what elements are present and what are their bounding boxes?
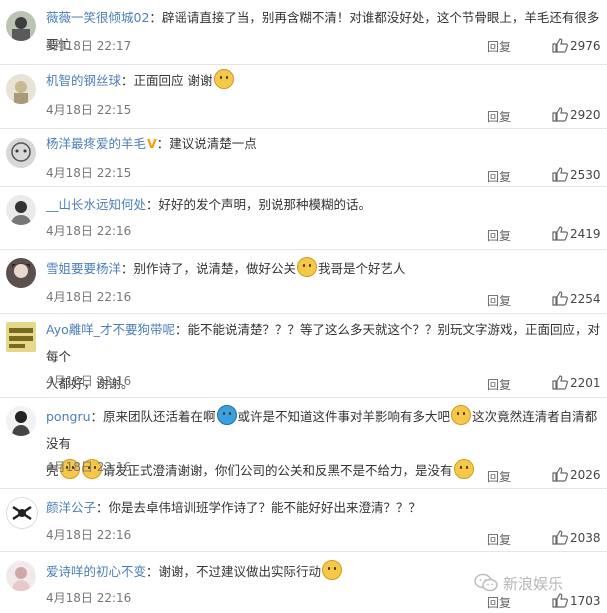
reply-button[interactable]: 回复 [487,168,511,185]
username-link[interactable]: 机智的钢丝球 [46,73,121,88]
like-button[interactable]: 2254 [552,291,601,306]
comment-time: 4月18日 22:16 [46,290,132,304]
username-link[interactable]: 雪姐要要杨洋 [46,261,121,276]
comment-text: 颜洋公子：你是去卓伟培训班学作诗了？能不能好好出来澄清？？？ [46,500,422,515]
wechat-icon [474,573,498,592]
reply-button[interactable]: 回复 [487,468,511,485]
username-link[interactable]: Ayo離咩_才不要狗带呢 [46,322,175,337]
thumbs-up-icon [552,530,568,545]
comment-time: 4月18日 22:16 [46,374,132,388]
comment-body: 我哥是个好艺人 [318,261,406,276]
comment-time: 4月18日 22:15 [46,166,132,180]
comment-body: 好好的发个声明，别说那种模糊的话。 [158,197,372,212]
like-count: 2038 [570,530,601,545]
comment-text: 机智的钢丝球：正面回应 谢谢 [46,67,602,94]
like-button[interactable]: 2976 [552,38,601,53]
divider [0,313,607,314]
reply-button[interactable]: 回复 [487,38,511,55]
thumbs-up-icon [552,375,568,390]
comment-body: 谢谢，不过建议做出实际行动 [158,564,322,579]
divider [0,551,607,552]
comment-body: 或许是不知道这件事对羊影响有多大吧 [237,409,451,424]
divider [0,64,607,65]
reply-button[interactable]: 回复 [487,531,511,548]
username-link[interactable]: 爱诗咩的初心不变 [46,564,146,579]
thumbs-up-icon [552,226,568,241]
like-button[interactable]: 2419 [552,226,601,241]
thumbs-up-icon [552,38,568,53]
avatar[interactable] [6,406,36,436]
surprised-emoji-icon [451,405,472,425]
reply-button[interactable]: 回复 [487,227,511,244]
reply-button[interactable]: 回复 [487,376,511,393]
watermark-text: 新浪娱乐 [503,574,564,593]
username-link[interactable]: __山长水远知何处 [46,197,146,212]
thumbs-up-icon [552,593,568,608]
divider [0,397,607,398]
like-count: 1703 [570,593,601,608]
avatar[interactable] [6,258,36,288]
comment-body: 请发正式澄清谢谢，你们公司的公关和反黑不是不给力，是没有 [102,463,453,478]
avatar[interactable] [6,74,36,104]
like-count: 2920 [570,107,601,122]
divider [0,249,607,250]
avatar[interactable] [6,138,36,168]
like-count: 2254 [570,291,601,306]
divider [0,186,607,187]
avatar[interactable] [6,322,36,352]
comment-text: __山长水远知何处：好好的发个声明，别说那种模糊的话。 [46,197,372,212]
comment-body: 正面回应 谢谢 [133,73,213,88]
thumbs-up-icon [552,291,568,306]
comment-time: 4月18日 22:16 [46,528,132,542]
thumbs-up-icon [552,467,568,482]
comment-text: 杨洋最疼爱的羊毛V：建议说清楚一点 [46,136,257,151]
reply-button[interactable]: 回复 [487,594,511,611]
username-link[interactable]: 颜洋公子 [46,500,96,515]
comment-body: 你是去卓伟培训班学作诗了？能不能好好出来澄清？？？ [108,500,422,515]
like-count: 2419 [570,226,601,241]
username-link[interactable]: 薇薇一笑很倾城02 [46,10,149,25]
username-link[interactable]: pongru [46,409,91,424]
thumbs-up-icon [552,167,568,182]
comment-time: 4月18日 22:16 [46,460,132,474]
like-button[interactable]: 2038 [552,530,601,545]
smile-emoji-icon [297,257,318,277]
verified-badge-icon: V [147,136,157,151]
like-count: 2201 [570,375,601,390]
username-link[interactable]: 杨洋最疼爱的羊毛 [46,136,146,151]
like-count: 2530 [570,167,601,182]
thumbs-up-icon [552,107,568,122]
reply-button[interactable]: 回复 [487,108,511,125]
doraemon-emoji-icon [216,405,237,425]
comment-time: 4月18日 22:16 [46,224,132,238]
grin-emoji-icon [453,459,474,479]
like-button[interactable]: 2201 [552,375,601,390]
avatar[interactable] [6,497,38,529]
like-button[interactable]: 1703 [552,593,601,608]
like-button[interactable]: 2530 [552,167,601,182]
avatar[interactable] [6,11,36,41]
avatar[interactable] [6,561,36,591]
like-count: 2976 [570,38,601,53]
reply-button[interactable]: 回复 [487,292,511,309]
divider [0,128,607,129]
comment-body: 别作诗了，说清楚，做好公关 [133,261,297,276]
smile-emoji-icon [213,69,234,89]
divider [0,488,607,489]
comment-body: 建议说清楚一点 [169,136,257,151]
like-count: 2026 [570,467,601,482]
watermark: 新浪娱乐 [474,572,563,594]
smile-emoji-icon [322,560,343,580]
comment-time: 4月18日 22:15 [46,103,132,117]
comment-time: 4月18日 22:17 [46,39,132,53]
like-button[interactable]: 2920 [552,107,601,122]
avatar[interactable] [6,195,36,225]
like-button[interactable]: 2026 [552,467,601,482]
comment-time: 4月18日 22:16 [46,591,132,605]
comment-body: 原来团队还活着在啊 [103,409,216,424]
comment-text: 雪姐要要杨洋：别作诗了，说清楚，做好公关 我哥是个好艺人 [46,255,602,282]
